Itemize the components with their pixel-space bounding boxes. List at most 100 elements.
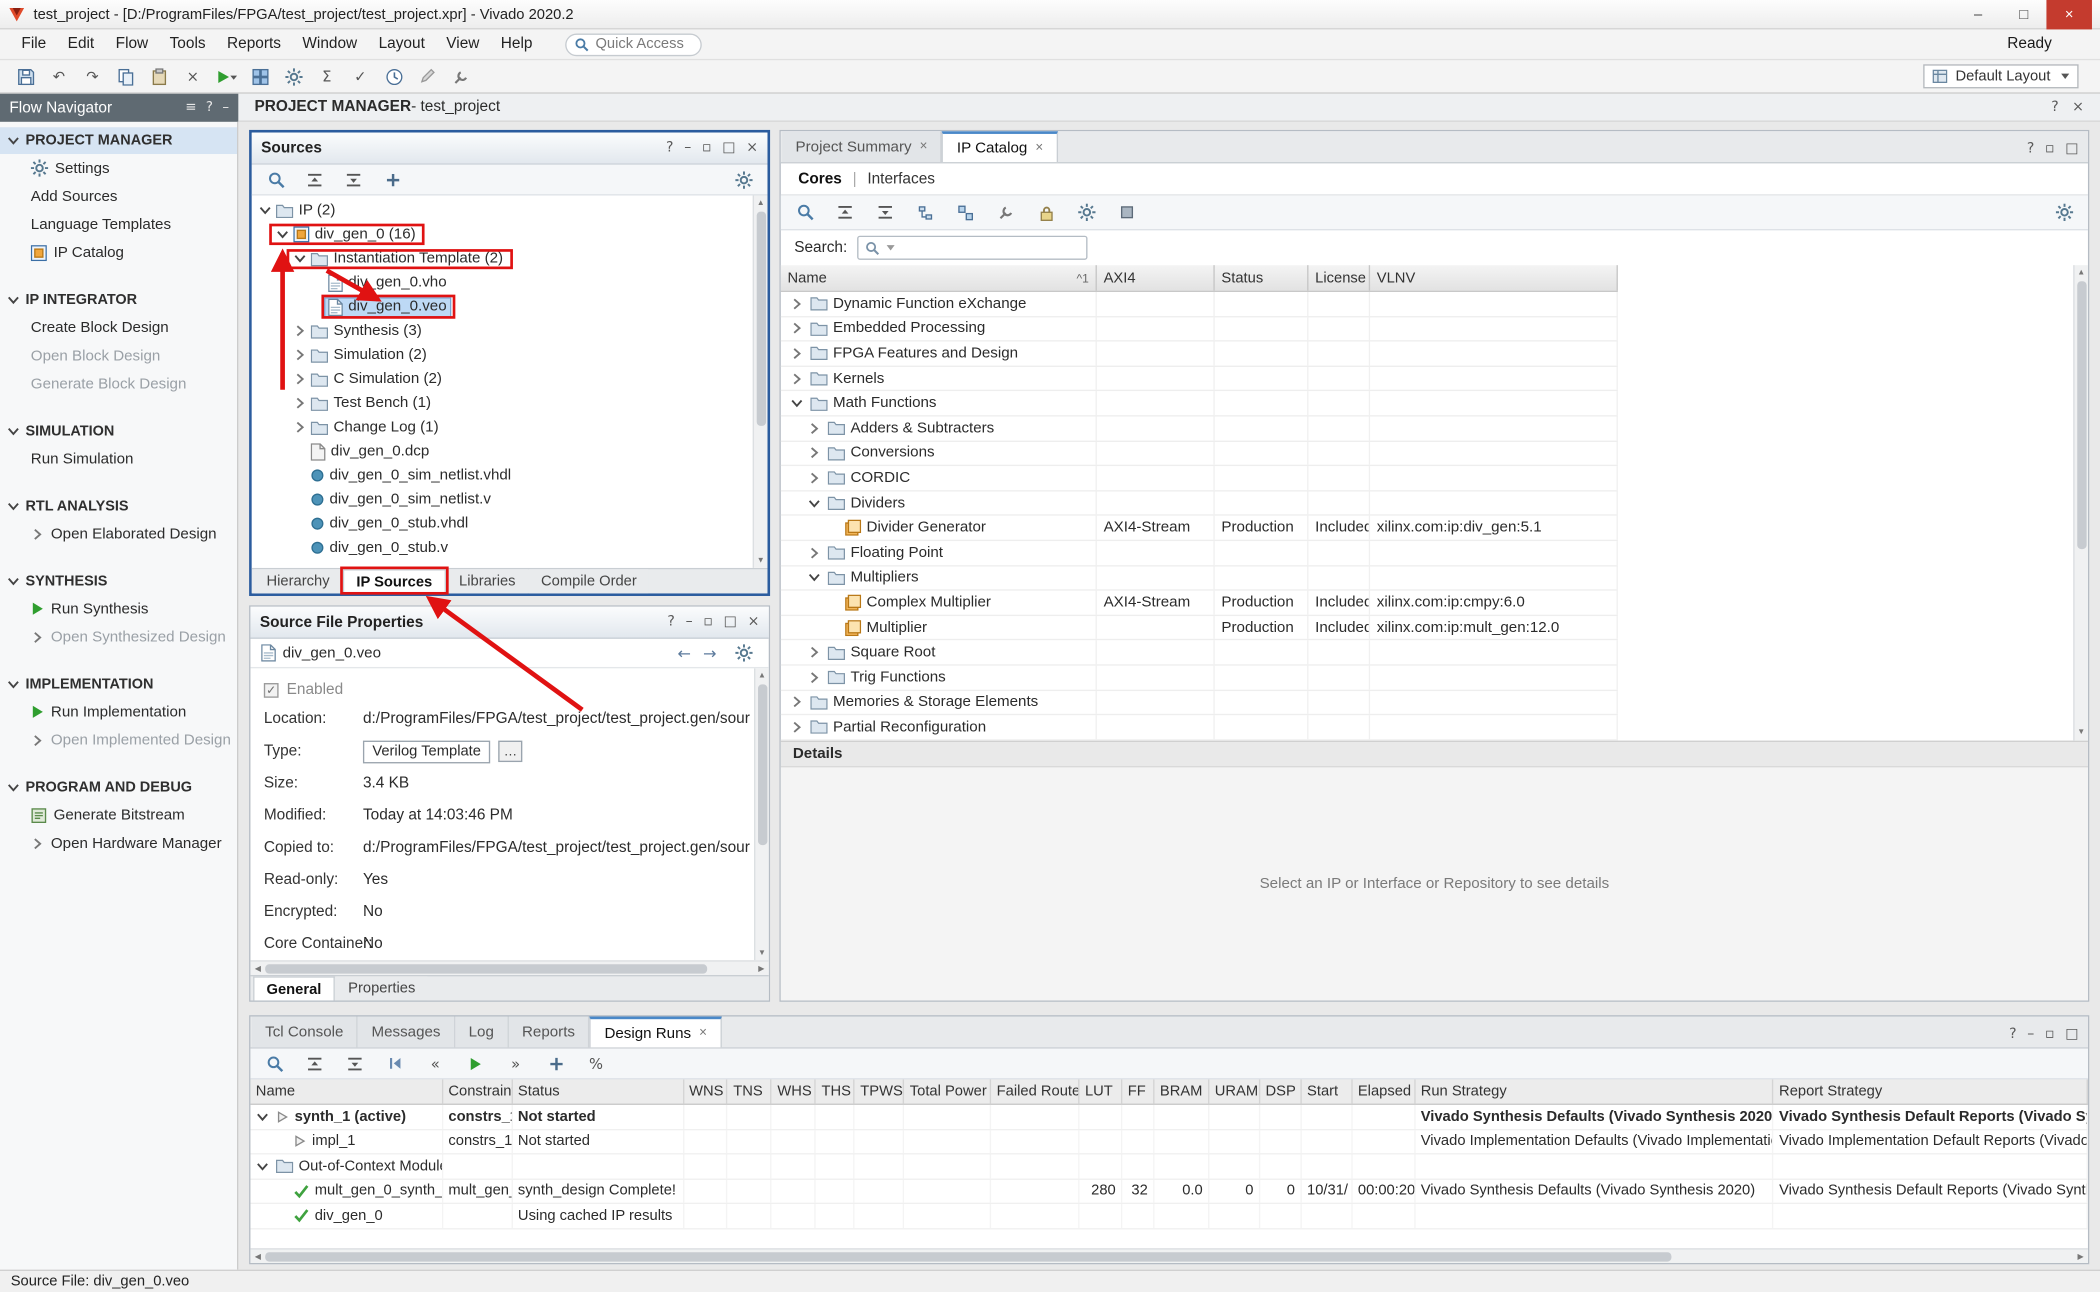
sources-tree-item-div-gen-0-sim-netlist-vhdl[interactable]: div_gen_0_sim_netlist.vhdl: [252, 463, 768, 487]
gear-button[interactable]: [729, 640, 758, 667]
gear-button[interactable]: [1071, 199, 1100, 226]
flownav-section-synthesis[interactable]: SYNTHESIS: [0, 568, 237, 595]
doc-tab-project-summary[interactable]: Project Summary×: [782, 131, 942, 162]
flownav-help-button[interactable]: ?: [206, 101, 213, 114]
flownav-item-ip-catalog[interactable]: IP Catalog: [0, 238, 237, 266]
close-icon[interactable]: ×: [920, 140, 928, 153]
ipcatalog-column-name[interactable]: Name^1: [781, 265, 1097, 290]
ipcatalog-help-button[interactable]: ?: [2027, 141, 2034, 155]
ipcatalog-vscrollbar[interactable]: ▲ ▼: [2073, 265, 2088, 740]
paste-button[interactable]: [145, 63, 174, 90]
ipcatalog-row-math-functions[interactable]: Math Functions: [781, 392, 1618, 417]
sources-tab-hierarchy[interactable]: Hierarchy: [254, 569, 341, 593]
window-maximize-button[interactable]: □: [2001, 0, 2047, 29]
designruns-column-status[interactable]: Status: [513, 1079, 684, 1103]
properties-vscrollbar[interactable]: ▲ ▼: [754, 668, 769, 960]
designruns-row-div-gen-0[interactable]: div_gen_0Using cached IP results: [250, 1204, 2088, 1229]
flownav-minimize-button[interactable]: –: [222, 101, 229, 114]
quick-access[interactable]: Quick Access: [565, 33, 702, 56]
sources-tab-ip-sources[interactable]: IP Sources: [343, 569, 446, 593]
flownav-item-generate-block-design[interactable]: Generate Block Design: [0, 370, 237, 398]
designruns-column-failed-routes[interactable]: Failed Routes: [991, 1079, 1079, 1103]
hierarchy-button[interactable]: [911, 199, 940, 226]
group-button[interactable]: [951, 199, 980, 226]
search-button[interactable]: [260, 1050, 289, 1077]
ipcatalog-search-input[interactable]: [857, 236, 1087, 260]
ipcatalog-row-trig-functions[interactable]: Trig Functions: [781, 666, 1618, 691]
debug-button[interactable]: [991, 199, 1020, 226]
sources-tree-item-instantiation-template-2[interactable]: Instantiation Template (2): [252, 246, 768, 270]
menu-tools[interactable]: Tools: [159, 33, 216, 54]
ipcatalog-row-partial-reconfiguration[interactable]: Partial Reconfiguration: [781, 715, 1618, 740]
ipcatalog-float-button[interactable]: ▫: [2045, 141, 2055, 155]
bottom-tab-design-runs[interactable]: Design Runs×: [590, 1017, 722, 1048]
sources-tab-libraries[interactable]: Libraries: [447, 569, 528, 593]
flownav-item-language-templates[interactable]: Language Templates: [0, 210, 237, 238]
collapse-all-button[interactable]: [300, 166, 329, 193]
ipcatalog-row-kernels[interactable]: Kernels: [781, 367, 1618, 392]
properties-minimize-button[interactable]: –: [686, 615, 693, 629]
gear-button[interactable]: [279, 63, 308, 90]
designruns-column-dsp[interactable]: DSP: [1260, 1079, 1301, 1103]
scroll-down-icon[interactable]: ▼: [2077, 725, 2085, 740]
designruns-row-impl-1[interactable]: impl_1constrs_1Not startedVivado Impleme…: [250, 1130, 2088, 1155]
flownav-section-implementation[interactable]: IMPLEMENTATION: [0, 671, 237, 698]
sigma-button[interactable]: Σ: [312, 63, 341, 90]
flownav-item-run-simulation[interactable]: Run Simulation: [0, 445, 237, 473]
edit-button[interactable]: [413, 63, 442, 90]
ipcatalog-column-license[interactable]: License: [1308, 265, 1370, 290]
blocks-button[interactable]: [245, 63, 274, 90]
scrollbar-thumb[interactable]: [756, 212, 765, 426]
sources-vscrollbar[interactable]: ▲ ▼: [753, 196, 768, 568]
first-button[interactable]: [380, 1050, 409, 1077]
add-button[interactable]: [541, 1050, 570, 1077]
clock-button[interactable]: [379, 63, 408, 90]
properties-close-button[interactable]: ×: [748, 615, 760, 629]
designruns-column-total-power[interactable]: Total Power: [904, 1079, 991, 1103]
sources-tree-item-ip-2[interactable]: IP (2): [252, 198, 768, 222]
search-button[interactable]: [790, 199, 819, 226]
designruns-column-wns[interactable]: WNS: [684, 1079, 728, 1103]
sources-tree-item-div-gen-0-stub-vhdl[interactable]: div_gen_0_stub.vhdl: [252, 512, 768, 536]
menu-edit[interactable]: Edit: [57, 33, 105, 54]
ipcatalog-subnav-interfaces[interactable]: Interfaces: [867, 171, 935, 187]
menu-window[interactable]: Window: [292, 33, 368, 54]
scroll-down-icon[interactable]: ▼: [757, 553, 765, 568]
designruns-column-uram[interactable]: URAM: [1209, 1079, 1260, 1103]
square-button[interactable]: [1112, 199, 1141, 226]
scroll-up-icon[interactable]: ▲: [2077, 265, 2085, 280]
designruns-help-button[interactable]: ?: [2009, 1027, 2016, 1041]
flownav-item-open-synthesized-design[interactable]: Open Synthesized Design: [0, 623, 237, 651]
run-button[interactable]: [212, 63, 241, 90]
designruns-column-elapsed[interactable]: Elapsed: [1352, 1079, 1415, 1103]
flownav-item-generate-bitstream[interactable]: Generate Bitstream: [0, 801, 237, 829]
ipcatalog-row-complex-multiplier[interactable]: Complex MultiplierAXI4-StreamProductionI…: [781, 591, 1618, 616]
collapse-all-button[interactable]: [830, 199, 859, 226]
delete-button[interactable]: ×: [178, 63, 207, 90]
sources-tree-item-simulation-2[interactable]: Simulation (2): [252, 343, 768, 367]
scroll-down-icon[interactable]: ▼: [758, 946, 766, 961]
ipcatalog-row-multipliers[interactable]: Multipliers: [781, 566, 1618, 591]
designruns-row-mult-gen-0-synth-1[interactable]: mult_gen_0_synth_1mult_gen_0synth_design…: [250, 1179, 2088, 1204]
flownav-section-program-and-debug[interactable]: PROGRAM AND DEBUG: [0, 774, 237, 801]
scrollbar-thumb[interactable]: [265, 964, 707, 973]
designruns-column-lut[interactable]: LUT: [1080, 1079, 1123, 1103]
scrollbar-thumb[interactable]: [265, 1252, 1671, 1261]
sources-tree-item-div-gen-0-dcp[interactable]: div_gen_0.dcp: [252, 439, 768, 463]
menu-flow[interactable]: Flow: [105, 33, 159, 54]
ipcatalog-row-adders-subtracters[interactable]: Adders & Subtracters: [781, 416, 1618, 441]
designruns-column-run-strategy[interactable]: Run Strategy: [1415, 1079, 1773, 1103]
menu-reports[interactable]: Reports: [216, 33, 291, 54]
collapse-all-button[interactable]: [300, 1050, 329, 1077]
flownav-section-project-manager[interactable]: PROJECT MANAGER: [0, 127, 237, 154]
designruns-maximize-button[interactable]: □: [2065, 1027, 2078, 1041]
expand-all-button[interactable]: [340, 1050, 369, 1077]
percent-button[interactable]: %: [581, 1050, 610, 1077]
close-icon[interactable]: ×: [699, 1027, 707, 1040]
sources-tree-item-div-gen-0-veo[interactable]: div_gen_0.veo: [252, 295, 768, 319]
workspace-close-button[interactable]: ×: [2072, 100, 2084, 114]
designruns-column-tpws[interactable]: TPWS: [855, 1079, 904, 1103]
close-icon[interactable]: ×: [1035, 141, 1043, 154]
designruns-column-report-strategy[interactable]: Report Strategy: [1774, 1079, 2088, 1103]
flownav-section-ip-integrator[interactable]: IP INTEGRATOR: [0, 287, 237, 314]
